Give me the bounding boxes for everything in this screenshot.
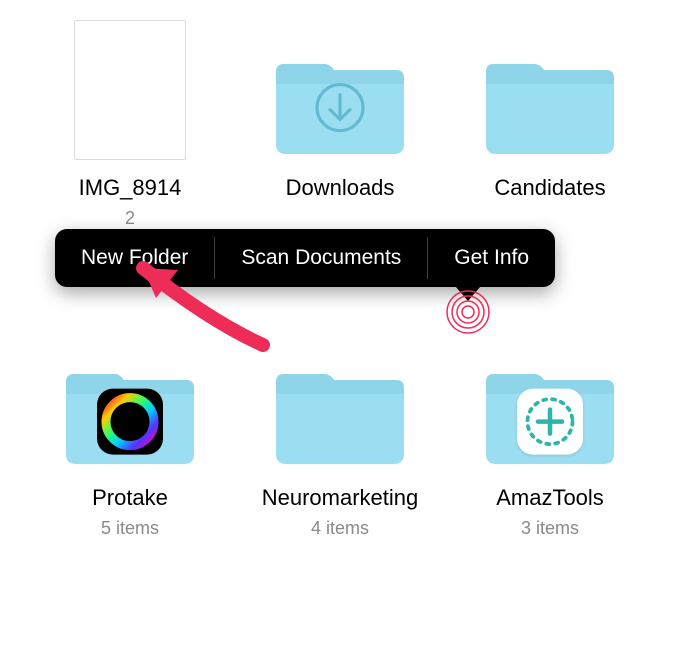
download-arrow-icon <box>314 82 366 134</box>
item-meta: 2 <box>125 208 135 229</box>
file-grid: IMG_8914 2 Downloads Cand <box>0 0 680 665</box>
item-name: Protake <box>92 484 168 512</box>
item-meta: 4 items <box>311 518 369 539</box>
item-name: Neuromarketing <box>262 484 419 512</box>
item-meta: 5 items <box>101 518 159 539</box>
folder-icon <box>480 360 620 470</box>
folder-item-protake[interactable]: Protake 5 items <box>30 360 230 539</box>
app-badge-amaztools <box>517 389 583 455</box>
folder-item-downloads[interactable]: Downloads <box>240 50 440 202</box>
menu-scan-documents[interactable]: Scan Documents <box>215 229 427 287</box>
file-thumbnail <box>74 20 186 160</box>
context-menu: New Folder Scan Documents Get Info <box>55 229 555 287</box>
folder-icon <box>270 360 410 470</box>
folder-item-amaztools[interactable]: AmazTools 3 items <box>450 360 650 539</box>
file-item[interactable]: IMG_8914 2 <box>30 20 230 229</box>
folder-icon <box>60 360 200 470</box>
folder-item-candidates[interactable]: Candidates <box>450 50 650 202</box>
menu-new-folder[interactable]: New Folder <box>55 229 214 287</box>
app-badge-protake <box>97 389 163 455</box>
item-name: AmazTools <box>496 484 604 512</box>
folder-icon <box>270 50 410 160</box>
item-name: Candidates <box>494 174 605 202</box>
context-menu-caret-icon <box>456 287 480 301</box>
folder-item-neuromarketing[interactable]: Neuromarketing 4 items <box>240 360 440 539</box>
item-name: IMG_8914 <box>79 174 182 202</box>
item-meta: 3 items <box>521 518 579 539</box>
folder-icon <box>480 50 620 160</box>
menu-get-info[interactable]: Get Info <box>428 229 555 287</box>
item-name: Downloads <box>286 174 395 202</box>
